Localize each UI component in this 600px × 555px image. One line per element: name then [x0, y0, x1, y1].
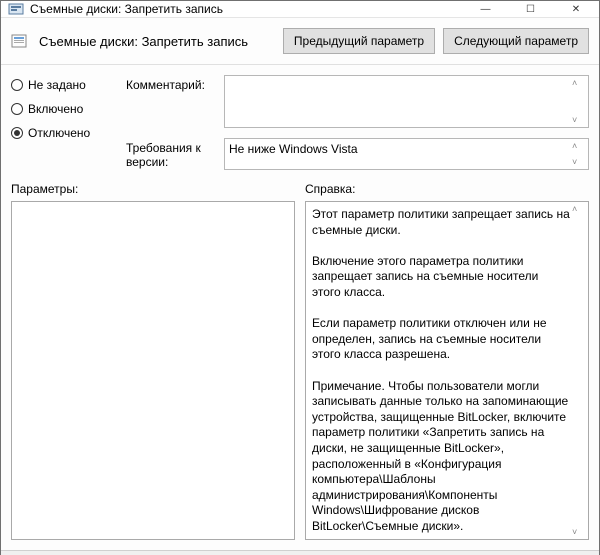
scroll-down-icon: ˅	[572, 157, 586, 167]
scroll-down-icon: ˅	[572, 115, 586, 125]
radio-label: Отключено	[28, 126, 90, 140]
version-value: Не ниже Windows Vista	[229, 142, 358, 156]
titlebar[interactable]: Съемные диски: Запретить запись — ☐ ✕	[1, 1, 599, 18]
scroll-down-icon: ˅	[572, 527, 586, 537]
version-display: Не ниже Windows Vista ˄ ˅	[224, 138, 589, 170]
minimize-button[interactable]: —	[463, 1, 508, 17]
radio-disabled[interactable]: Отключено	[11, 126, 116, 140]
maximize-button[interactable]: ☐	[508, 1, 553, 17]
scroll-up-icon: ˄	[572, 204, 586, 214]
version-label: Требования к версии:	[126, 138, 216, 170]
radio-not-configured[interactable]: Не задано	[11, 78, 116, 92]
help-pane: Справка: Этот параметр политики запрещае…	[305, 182, 589, 540]
window-body: Съемные диски: Запретить запись Предыдущ…	[1, 18, 599, 555]
radio-label: Не задано	[28, 78, 86, 92]
comment-label: Комментарий:	[126, 75, 216, 128]
state-column: Не задано Включено Отключено	[11, 75, 116, 170]
radio-label: Включено	[28, 102, 83, 116]
help-content: Этот параметр политики запрещает запись …	[312, 207, 570, 534]
radio-icon	[11, 79, 23, 91]
radio-icon	[11, 103, 23, 115]
policy-title: Съемные диски: Запретить запись	[39, 34, 275, 49]
radio-enabled[interactable]: Включено	[11, 102, 116, 116]
comment-input[interactable]: ˄ ˅	[224, 75, 589, 128]
previous-setting-button[interactable]: Предыдущий параметр	[283, 28, 435, 54]
fields-column: Комментарий: ˄ ˅ Требования к версии:	[126, 75, 589, 170]
close-button[interactable]: ✕	[553, 1, 599, 17]
window-controls: — ☐ ✕	[463, 1, 599, 17]
scrollbar[interactable]: ˄ ˅	[572, 204, 586, 537]
policy-app-icon	[8, 1, 24, 17]
comment-row: Комментарий: ˄ ˅	[126, 75, 589, 128]
options-box[interactable]	[11, 201, 295, 540]
upper-section: Не задано Включено Отключено Комментарий…	[11, 75, 589, 170]
footer: OK Отмена Применить	[1, 550, 599, 555]
scrollbar[interactable]: ˄ ˅	[572, 78, 586, 125]
options-pane: Параметры:	[11, 182, 295, 540]
scroll-up-icon: ˄	[572, 78, 586, 88]
window-title: Съемные диски: Запретить запись	[30, 2, 463, 16]
middle-section: Параметры: Справка: Этот параметр полити…	[11, 182, 589, 550]
radio-icon	[11, 127, 23, 139]
content: Не задано Включено Отключено Комментарий…	[1, 65, 599, 550]
scroll-up-icon: ˄	[572, 141, 586, 151]
help-box[interactable]: Этот параметр политики запрещает запись …	[305, 201, 589, 540]
next-setting-button[interactable]: Следующий параметр	[443, 28, 589, 54]
help-label: Справка:	[305, 182, 589, 196]
header-row: Съемные диски: Запретить запись Предыдущ…	[1, 18, 599, 64]
options-label: Параметры:	[11, 182, 295, 196]
scrollbar[interactable]: ˄ ˅	[572, 141, 586, 167]
window-root: Съемные диски: Запретить запись — ☐ ✕ Съ…	[0, 0, 600, 555]
policy-icon	[11, 33, 27, 49]
version-row: Требования к версии: Не ниже Windows Vis…	[126, 138, 589, 170]
